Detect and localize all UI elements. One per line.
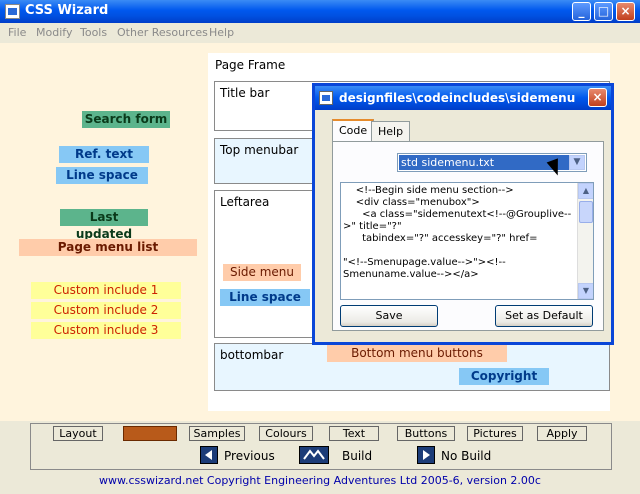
set-as-default-button[interactable]: Set as Default (495, 305, 593, 327)
code-textarea[interactable]: <!--Begin side menu section--> <div clas… (340, 182, 594, 300)
highlight-button[interactable] (123, 426, 177, 441)
bottombar-label: bottombar (220, 348, 284, 362)
last-updated-tag[interactable]: Last updated (60, 209, 148, 241)
apply-button[interactable]: Apply (537, 426, 587, 441)
top-menubar-label: Top menubar (220, 143, 299, 157)
no-build-label[interactable]: No Build (441, 449, 491, 463)
ref-text-tag[interactable]: Ref. text (59, 146, 149, 163)
menu-other-resources[interactable]: Other Resources (117, 26, 208, 39)
scroll-down-icon[interactable]: ▼ (578, 283, 593, 299)
chevron-down-icon[interactable]: ▼ (569, 155, 585, 170)
line-space-tag[interactable]: Line space (56, 167, 148, 184)
page-menu-list-tag[interactable]: Page menu list (19, 239, 197, 256)
menu-bar: File Modify Tools Other Resources Help (0, 23, 640, 43)
dialog-close-button[interactable]: × (588, 88, 607, 107)
menu-tools[interactable]: Tools (80, 26, 107, 39)
window-titlebar: CSS Wizard _ □ × (0, 0, 640, 23)
scroll-up-icon[interactable]: ▲ (578, 183, 593, 199)
dialog-app-icon (319, 91, 333, 105)
maximize-button[interactable]: □ (594, 2, 613, 21)
leftarea-label: Leftarea (220, 195, 270, 209)
previous-label[interactable]: Previous (224, 449, 275, 463)
close-button[interactable]: × (616, 2, 635, 21)
sidemenu-dialog: designfiles\codeincludes\sidemenu × Code… (312, 83, 614, 345)
custom-include-1-tag[interactable]: Custom include 1 (31, 282, 181, 299)
scroll-thumb[interactable] (579, 201, 593, 223)
menu-help[interactable]: Help (209, 26, 234, 39)
menu-modify[interactable]: Modify (36, 26, 72, 39)
custom-include-3-tag[interactable]: Custom include 3 (31, 322, 181, 339)
menu-file[interactable]: File (8, 26, 26, 39)
code-scrollbar[interactable]: ▲ ▼ (577, 183, 593, 299)
buttons-button[interactable]: Buttons (397, 426, 455, 441)
bottom-toolbar: Layout Samples Colours Text Buttons Pict… (30, 423, 612, 470)
bottom-menu-buttons-tag[interactable]: Bottom menu buttons (327, 345, 507, 362)
side-menu-tag[interactable]: Side menu (223, 264, 301, 281)
dialog-titlebar: designfiles\codeincludes\sidemenu × (315, 86, 611, 110)
tab-code[interactable]: Code (332, 119, 375, 141)
text-button[interactable]: Text (329, 426, 379, 441)
code-text: <!--Begin side menu section--> <div clas… (343, 185, 572, 280)
code-tab-panel: std sidemenu.txt ▼ <!--Begin side menu s… (332, 141, 604, 331)
build-icon[interactable] (299, 446, 329, 464)
file-select-value: std sidemenu.txt (399, 155, 569, 170)
previous-arrow-icon[interactable] (200, 446, 218, 464)
samples-button[interactable]: Samples (189, 426, 245, 441)
copyright-tag[interactable]: Copyright (459, 368, 549, 385)
app-icon (5, 4, 20, 19)
dialog-title: designfiles\codeincludes\sidemenu (339, 91, 576, 105)
custom-include-2-tag[interactable]: Custom include 2 (31, 302, 181, 319)
pictures-button[interactable]: Pictures (467, 426, 523, 441)
tab-help[interactable]: Help (371, 121, 411, 141)
page-frame-label: Page Frame (215, 58, 286, 72)
footer-copyright: www.csswizard.net Copyright Engineering … (99, 474, 541, 487)
title-bar-label: Title bar (220, 86, 270, 100)
frame-line-space-tag[interactable]: Line space (220, 289, 310, 306)
minimize-button[interactable]: _ (572, 2, 591, 21)
save-button[interactable]: Save (340, 305, 438, 327)
search-form-tag[interactable]: Search form (82, 111, 170, 128)
window-title: CSS Wizard (25, 3, 109, 18)
build-label[interactable]: Build (342, 449, 372, 463)
next-arrow-icon[interactable] (417, 446, 435, 464)
layout-button[interactable]: Layout (53, 426, 103, 441)
colours-button[interactable]: Colours (259, 426, 313, 441)
